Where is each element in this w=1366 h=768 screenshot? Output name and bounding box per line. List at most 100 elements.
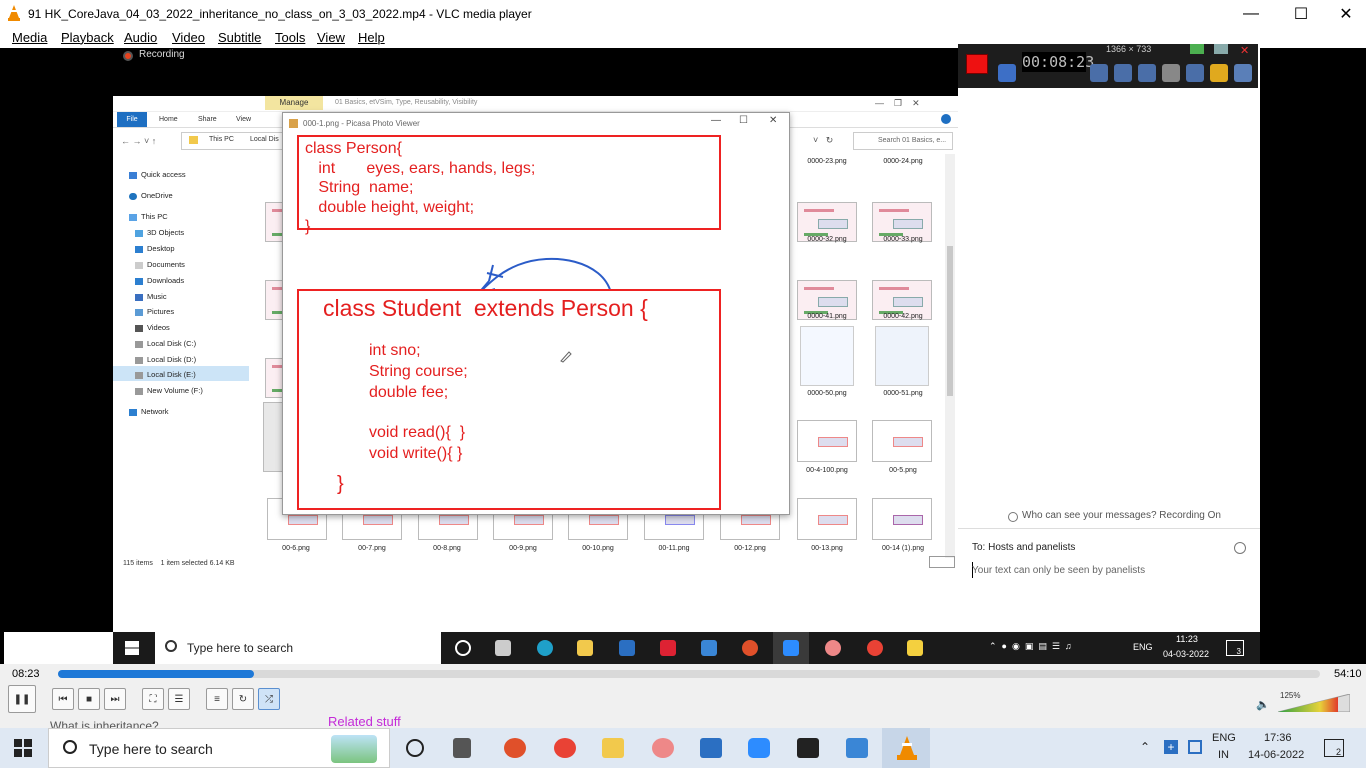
file-name[interactable]: 00-7.png (334, 545, 410, 552)
volume-icon[interactable]: 🔈 (1256, 698, 1270, 711)
picasa-close-button[interactable]: ✕ (769, 115, 777, 126)
microphone-icon[interactable] (1114, 64, 1132, 82)
nav-onedrive[interactable]: OneDrive (129, 191, 173, 200)
menu-help[interactable]: Help (358, 30, 385, 45)
menu-tools[interactable]: Tools (275, 30, 305, 45)
file-thumbnail[interactable] (797, 498, 857, 540)
file-name[interactable]: 00-5.png (865, 467, 941, 474)
menu-view[interactable]: View (317, 30, 345, 45)
snipping-icon[interactable] (652, 738, 674, 758)
chat-input[interactable]: Your text can only be seen by panelists (972, 565, 1145, 576)
recorder-app-icon[interactable] (504, 738, 526, 758)
refresh-icon[interactable]: ˅ ↻ (813, 135, 833, 146)
vlc-cone-icon[interactable] (896, 736, 918, 760)
mail-icon[interactable] (701, 640, 717, 656)
gift-icon[interactable] (660, 640, 676, 656)
host-lang[interactable]: ENG (1212, 732, 1236, 744)
host-time[interactable]: 17:36 (1264, 732, 1292, 744)
nav-disk-e[interactable]: Local Disk (E:) (135, 370, 196, 379)
chrome-icon[interactable] (867, 640, 883, 656)
menu-subtitle[interactable]: Subtitle (218, 30, 261, 45)
task-view-icon[interactable] (455, 640, 471, 656)
picasa-minimize-button[interactable]: — (711, 115, 721, 126)
chat-visibility-note[interactable]: Who can see your messages? Recording On (1022, 510, 1221, 521)
edge-icon[interactable] (537, 640, 553, 656)
help-icon[interactable] (941, 114, 951, 124)
file-thumbnail[interactable] (872, 498, 932, 540)
file-name[interactable]: 0000-32.png (789, 236, 865, 243)
display-icon[interactable] (1188, 740, 1202, 754)
nav-network[interactable]: Network (129, 407, 169, 416)
file-name[interactable]: 00-9.png (485, 545, 561, 552)
inner-notification-icon[interactable]: 3 (1226, 640, 1244, 656)
file-explorer-icon[interactable] (602, 738, 624, 758)
restore-icon[interactable] (1190, 44, 1204, 54)
extended-settings-button[interactable]: ☰ (168, 688, 190, 710)
nav-disk-c[interactable]: Local Disk (C:) (135, 339, 196, 348)
previous-button[interactable]: ⏮ (52, 688, 74, 710)
file-name[interactable]: 0000-41.png (789, 313, 865, 320)
pen-icon[interactable] (1186, 64, 1204, 82)
menu-video[interactable]: Video (172, 30, 205, 45)
minimize-icon[interactable] (1214, 44, 1228, 54)
sticky-notes-icon[interactable] (907, 640, 923, 656)
windows-start-icon[interactable] (125, 641, 139, 655)
file-thumbnail[interactable] (872, 420, 932, 462)
playlist-button[interactable]: ≡ (206, 688, 228, 710)
stop-button[interactable]: ■ (78, 688, 100, 710)
zoom-icon[interactable] (748, 738, 770, 758)
webcam-icon[interactable] (1138, 64, 1156, 82)
recorder-app-icon[interactable] (742, 640, 758, 656)
file-name[interactable]: 00-12.png (712, 545, 788, 552)
view-toggle-icon[interactable] (929, 556, 955, 568)
maximize-button[interactable]: ☐ (1278, 0, 1324, 28)
windows-start-icon[interactable] (14, 739, 32, 757)
zoom-icon[interactable] (783, 640, 799, 656)
store-icon[interactable] (700, 738, 722, 758)
inner-search-box[interactable]: Type here to search (155, 632, 441, 664)
file-name[interactable]: 00-8.png (409, 545, 485, 552)
explorer-window-controls[interactable]: — ❐ ✕ (875, 98, 920, 109)
notification-icon[interactable]: 2 (1324, 739, 1344, 757)
file-name[interactable]: 0000-50.png (789, 390, 865, 397)
nav-quick-access[interactable]: Quick access (129, 170, 186, 179)
loop-button[interactable]: ↻ (232, 688, 254, 710)
sticky-notes-icon[interactable] (797, 738, 819, 758)
folder-icon[interactable] (1210, 64, 1228, 82)
picasa-maximize-button[interactable]: ☐ (739, 115, 748, 126)
inner-time[interactable]: 11:23 (1176, 634, 1198, 644)
file-name[interactable]: 00-13.png (789, 545, 865, 552)
emoji-icon[interactable] (1234, 542, 1246, 554)
snipping-icon[interactable] (825, 640, 841, 656)
file-name[interactable]: 00-6.png (258, 545, 334, 552)
address-local-disk[interactable]: Local Dis (250, 136, 279, 143)
next-button[interactable]: ⏭ (104, 688, 126, 710)
file-name[interactable]: 00-4-100.png (789, 467, 865, 474)
host-date[interactable]: 14-06-2022 (1248, 749, 1304, 761)
tab-view[interactable]: View (236, 116, 251, 123)
file-name[interactable]: 00-11.png (636, 545, 712, 552)
minimize-button[interactable]: — (1228, 0, 1274, 28)
nav-videos[interactable]: Videos (135, 323, 170, 332)
plus-icon[interactable]: + (1164, 740, 1178, 754)
menu-media[interactable]: Media (12, 30, 47, 45)
cursor-icon[interactable] (1162, 64, 1180, 82)
settings-gear-icon[interactable] (1234, 64, 1252, 82)
file-thumbnail[interactable] (265, 280, 302, 320)
chrome-icon[interactable] (554, 738, 576, 758)
inner-date[interactable]: 04-03-2022 (1163, 649, 1209, 659)
pause-record-icon[interactable] (998, 64, 1016, 82)
file-thumbnail[interactable] (797, 420, 857, 462)
nav-desktop[interactable]: Desktop (135, 244, 175, 253)
file-name[interactable]: 0000-24.png (865, 158, 941, 165)
file-name[interactable]: 0000-23.png (789, 158, 865, 165)
speaker-icon[interactable] (1090, 64, 1108, 82)
address-this-pc[interactable]: This PC (209, 136, 234, 143)
back-forward-icons[interactable]: ← → ˅ ↑ (121, 136, 156, 146)
chat-recipient[interactable]: To: Hosts and panelists (972, 542, 1075, 553)
task-view-icon[interactable] (406, 739, 424, 757)
file-thumbnail[interactable] (800, 326, 854, 386)
nav-volume-f[interactable]: New Volume (F:) (135, 386, 203, 395)
file-name[interactable]: 0000-51.png (865, 390, 941, 397)
timeline-icon[interactable] (495, 640, 511, 656)
